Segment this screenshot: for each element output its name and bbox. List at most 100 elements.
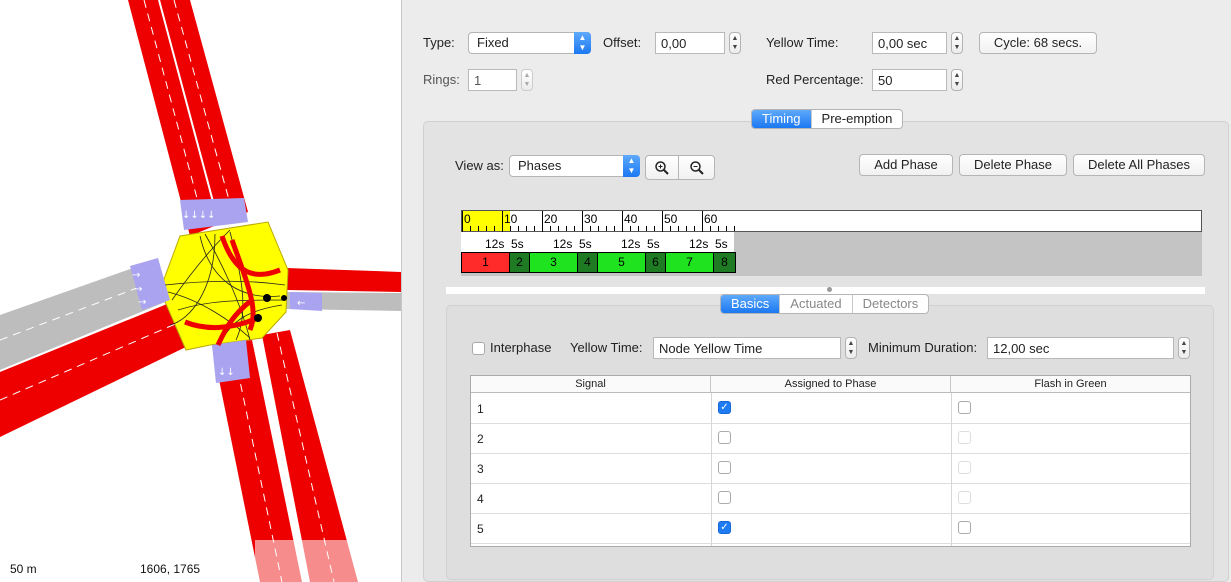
- phase-bar[interactable]: 12345678: [461, 252, 736, 273]
- signal-table: Signal Assigned to Phase Flash in Green …: [470, 375, 1191, 547]
- splitter[interactable]: [446, 287, 1205, 294]
- zoom-in-icon: [655, 161, 669, 175]
- table-row[interactable]: 3: [471, 454, 1190, 484]
- duration-row: 12s 5s 12s 5s 12s 5s 12s 5s: [461, 232, 734, 252]
- road-network-canvas[interactable]: ↓↓↓↓ → → → ← ↓↓: [0, 0, 402, 582]
- assigned-to-phase-checkbox[interactable]: [718, 431, 731, 444]
- timeline-minor-tick: [670, 226, 671, 231]
- phase-block-2[interactable]: 2: [510, 253, 530, 272]
- timeline-minor-tick: [614, 226, 615, 231]
- assigned-to-phase-checkbox[interactable]: ✓: [718, 521, 731, 534]
- delete-all-phases-button[interactable]: Delete All Phases: [1073, 154, 1205, 176]
- assigned-to-phase-checkbox[interactable]: [718, 461, 731, 474]
- chevron-updown-icon: ▲ ▼: [623, 155, 640, 177]
- timeline-minor-tick: [718, 226, 719, 231]
- cycle-button[interactable]: Cycle: 68 secs.: [979, 32, 1097, 54]
- min-duration-stepper[interactable]: ▲ ▼: [1178, 337, 1190, 359]
- red-percentage-stepper[interactable]: ▲ ▼: [951, 69, 963, 91]
- phase-block-5[interactable]: 5: [598, 253, 646, 272]
- yellow-time-label: Yellow Time:: [766, 35, 839, 50]
- timeline-minor-tick: [710, 226, 711, 231]
- min-duration-field[interactable]: 12,00 sec: [987, 337, 1174, 359]
- timeline-minor-tick: [574, 226, 575, 231]
- add-phase-button[interactable]: Add Phase: [859, 154, 953, 176]
- column-header-assigned[interactable]: Assigned to Phase: [711, 376, 951, 393]
- timeline-minor-tick: [598, 226, 599, 231]
- timeline-minor-tick: [582, 226, 583, 231]
- signal-id: 5: [477, 522, 484, 536]
- timeline-minor-tick: [606, 226, 607, 231]
- rings-field[interactable]: 1: [468, 69, 517, 91]
- flash-in-green-checkbox: [958, 431, 971, 444]
- scale-label: 50 m: [10, 562, 37, 576]
- signal-id: 2: [477, 432, 484, 446]
- tab-basics[interactable]: Basics: [721, 295, 781, 313]
- cursor-coordinates: 1606, 1765: [140, 562, 201, 576]
- tab-timing[interactable]: Timing: [752, 110, 812, 128]
- timeline-minor-tick: [734, 226, 735, 231]
- view-as-select[interactable]: Phases ▲ ▼: [509, 155, 640, 177]
- signal-head[interactable]: [263, 294, 271, 302]
- phase-duration-label: 5s: [647, 237, 660, 251]
- offset-field[interactable]: 0,00: [655, 32, 725, 54]
- red-percentage-field[interactable]: 50: [872, 69, 947, 91]
- tab-detectors[interactable]: Detectors: [853, 295, 929, 313]
- timeline-minor-tick: [694, 226, 695, 231]
- table-row[interactable]: 4: [471, 484, 1190, 514]
- phase-yellow-time-field[interactable]: Node Yellow Time: [653, 337, 841, 359]
- road-east-red[interactable]: [286, 268, 402, 292]
- phase-block-7[interactable]: 7: [666, 253, 714, 272]
- yellow-time-field[interactable]: 0,00 sec: [872, 32, 947, 54]
- column-divider: [711, 393, 712, 546]
- column-header-flash[interactable]: Flash in Green: [951, 376, 1190, 393]
- timeline-tick-label: 10: [504, 212, 518, 226]
- phase-yellow-time-stepper[interactable]: ▲ ▼: [845, 337, 857, 359]
- phase-block-6[interactable]: 6: [646, 253, 666, 272]
- phase-block-8[interactable]: 8: [714, 253, 735, 272]
- timeline-tick-label: 0: [464, 212, 471, 226]
- yellow-time-stepper[interactable]: ▲ ▼: [951, 32, 963, 54]
- svg-text:↓↓: ↓↓: [218, 367, 235, 378]
- phase-duration-label: 5s: [579, 237, 592, 251]
- crossing-east[interactable]: [290, 292, 322, 311]
- table-row[interactable]: 2: [471, 424, 1190, 454]
- delete-phase-button[interactable]: Delete Phase: [959, 154, 1067, 176]
- interphase-checkbox[interactable]: [472, 342, 485, 355]
- timeline-minor-tick: [550, 226, 551, 231]
- phase-timeline[interactable]: 0 10 20 30 40 50 60 12s 5s 12s 5s 12s 5s 12s 5s 12345…: [461, 210, 1202, 276]
- timeline-minor-tick: [526, 226, 527, 231]
- network-map-view[interactable]: ↓↓↓↓ → → → ← ↓↓ 50 m 1606, 1765: [0, 0, 402, 582]
- timeline-minor-tick: [510, 226, 511, 231]
- table-row[interactable]: 5 ✓: [471, 514, 1190, 544]
- tab-actuated[interactable]: Actuated: [780, 295, 853, 313]
- phase-block-3[interactable]: 3: [530, 253, 578, 272]
- column-header-signal[interactable]: Signal: [471, 376, 711, 393]
- view-as-value: Phases: [518, 158, 562, 173]
- splitter-handle-icon[interactable]: [827, 287, 832, 292]
- timeline-minor-tick: [678, 226, 679, 231]
- timeline-minor-tick: [494, 226, 495, 231]
- timeline-minor-tick: [486, 226, 487, 231]
- signal-head[interactable]: [254, 314, 262, 322]
- rings-stepper[interactable]: ▲ ▼: [521, 69, 533, 91]
- assigned-to-phase-checkbox[interactable]: [718, 491, 731, 504]
- flash-in-green-checkbox[interactable]: [958, 521, 971, 534]
- signal-head[interactable]: [281, 295, 287, 301]
- tab-pre-emption[interactable]: Pre-emption: [812, 110, 903, 128]
- phase-block-4[interactable]: 4: [578, 253, 598, 272]
- flash-in-green-checkbox: [958, 491, 971, 504]
- signal-id: 3: [477, 462, 484, 476]
- zoom-out-button[interactable]: [678, 155, 715, 180]
- timeline-minor-tick: [726, 226, 727, 231]
- table-row[interactable]: 1 ✓: [471, 394, 1190, 424]
- timeline-minor-tick: [542, 226, 543, 231]
- timeline-minor-tick: [662, 226, 663, 231]
- svg-text:←: ←: [297, 298, 305, 309]
- flash-in-green-checkbox[interactable]: [958, 401, 971, 414]
- timeline-minor-tick: [470, 226, 471, 231]
- phase-block-1[interactable]: 1: [462, 253, 510, 272]
- assigned-to-phase-checkbox[interactable]: ✓: [718, 401, 731, 414]
- offset-stepper[interactable]: ▲ ▼: [729, 32, 741, 54]
- zoom-in-button[interactable]: [645, 155, 679, 180]
- type-select[interactable]: Fixed ▲ ▼: [468, 32, 591, 54]
